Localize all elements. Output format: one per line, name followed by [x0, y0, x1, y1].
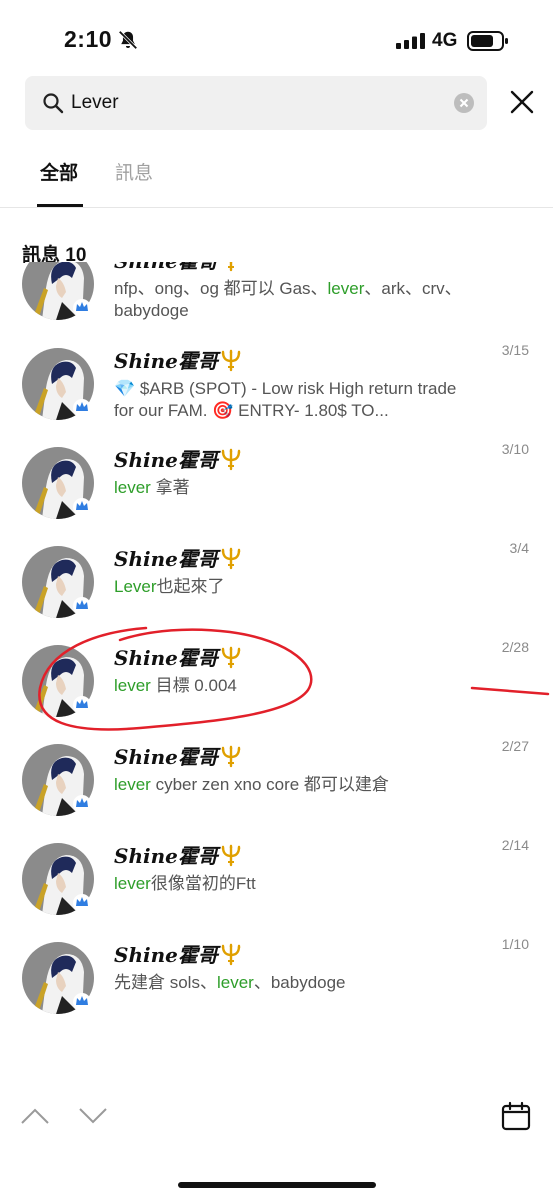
sender-name: Shine霍哥	[114, 844, 218, 868]
crown-icon	[73, 795, 91, 813]
crown-icon	[73, 399, 91, 417]
list-item[interactable]: Shine霍哥 1/10 先建倉 sols、lever、babydoge	[0, 934, 553, 1033]
message-preview: Lever也起來了	[114, 576, 474, 598]
trident-emoji	[221, 349, 241, 372]
avatar	[22, 546, 94, 618]
list-item[interactable]: Shine霍哥 3/15 💎 $ARB (SPOT) - Low risk Hi…	[0, 340, 553, 439]
calendar-icon[interactable]	[501, 1101, 531, 1131]
trident-emoji	[221, 547, 241, 570]
network-type: 4G	[432, 30, 458, 51]
message-date: 2/27	[501, 738, 529, 754]
search-match: lever	[114, 775, 151, 794]
tab-all[interactable]: 全部	[40, 158, 78, 185]
message-preview: lever很像當初的Ftt	[114, 873, 474, 895]
preview-text: nfp、ong、og 都可以 Gas、	[114, 279, 328, 298]
list-item[interactable]: Shine霍哥 3/4 Lever也起來了	[0, 538, 553, 637]
sender-name: Shine霍哥	[114, 943, 218, 967]
message-preview: lever 拿著	[114, 477, 474, 499]
search-match: lever	[114, 874, 151, 893]
sender: Shine霍哥	[114, 345, 243, 374]
preview-text: 先建倉 sols、	[114, 973, 217, 992]
tab-messages[interactable]: 訊息	[115, 158, 153, 185]
avatar	[22, 447, 94, 519]
trident-emoji	[227, 262, 234, 272]
crown-icon	[73, 498, 91, 516]
message-preview: lever cyber zen xno core 都可以建倉	[114, 774, 474, 796]
trident-emoji	[221, 844, 241, 867]
message-preview: nfp、ong、og 都可以 Gas、lever、ark、crv、babydog…	[114, 278, 474, 322]
clear-icon[interactable]	[453, 92, 475, 114]
sender: Shine霍哥	[114, 444, 243, 473]
status-time: 2:10	[64, 26, 113, 52]
trident-emoji	[221, 943, 241, 966]
preview-text: 💎 $ARB (SPOT) - Low risk High return tra…	[114, 379, 457, 420]
avatar	[22, 942, 94, 1014]
bell-slash-icon	[118, 30, 138, 50]
trident-emoji	[221, 646, 241, 669]
message-date: 2/28	[501, 639, 529, 655]
sender-name: Shine霍哥	[114, 745, 218, 769]
message-date: 3/4	[509, 540, 529, 556]
crown-icon	[73, 696, 91, 714]
preview-text: 拿著	[150, 478, 190, 497]
preview-text: 目標 0.004	[150, 676, 237, 695]
avatar	[22, 645, 94, 717]
avatar	[22, 348, 94, 420]
close-icon[interactable]	[508, 88, 536, 116]
search-bar[interactable]	[25, 76, 487, 130]
list-item[interactable]: Shine霍哥 2/28 lever 目標 0.004	[0, 637, 553, 736]
avatar	[22, 843, 94, 915]
sender: Shine霍哥	[114, 543, 243, 572]
sender-name: Shine霍哥	[114, 547, 218, 571]
battery-icon	[467, 31, 508, 51]
status-bar: 2:10 4G	[0, 0, 553, 72]
message-preview: 先建倉 sols、lever、babydoge	[114, 972, 474, 994]
message-date: 3/10	[501, 441, 529, 457]
list-item[interactable]: Shine霍哥 3/17 nfp、ong、og 都可以 Gas、lever、ar…	[0, 262, 553, 339]
results-list: Shine霍哥 3/17 nfp、ong、og 都可以 Gas、lever、ar…	[0, 262, 553, 1042]
search-match: Lever	[114, 577, 157, 596]
preview-text: cyber zen xno core 都可以建倉	[150, 775, 389, 794]
sender: Shine霍哥	[114, 262, 243, 274]
crown-icon	[73, 993, 91, 1011]
crown-icon	[73, 894, 91, 912]
sender-name: Shine霍哥	[114, 646, 218, 670]
avatar	[22, 262, 94, 320]
list-item[interactable]: Shine霍哥 2/14 lever很像當初的Ftt	[0, 835, 553, 934]
message-date: 1/10	[501, 936, 529, 952]
sender: Shine霍哥	[114, 939, 243, 968]
sender-name: Shine霍哥	[114, 448, 218, 472]
divider	[0, 207, 553, 208]
preview-text: 、babydoge	[253, 973, 346, 992]
sender: Shine霍哥	[114, 642, 243, 671]
sender-name: Shine霍哥	[114, 262, 218, 273]
search-input[interactable]	[71, 88, 441, 118]
message-date: 2/14	[501, 837, 529, 853]
signal-icon	[396, 33, 425, 49]
search-match: lever	[216, 973, 254, 992]
chevron-up-icon[interactable]	[20, 1106, 50, 1126]
crown-icon	[73, 299, 91, 317]
sender: Shine霍哥	[114, 840, 243, 869]
preview-text: 也起來了	[156, 577, 225, 596]
search-match: lever	[114, 478, 151, 497]
trident-emoji	[221, 745, 241, 768]
avatar	[22, 744, 94, 816]
chevron-down-icon[interactable]	[78, 1106, 108, 1126]
list-item[interactable]: Shine霍哥 3/10 lever 拿著	[0, 439, 553, 538]
preview-text: 很像當初的Ftt	[150, 874, 256, 893]
sender-name: Shine霍哥	[114, 349, 218, 373]
search-icon	[43, 93, 64, 114]
trident-emoji	[221, 448, 241, 471]
message-date: 3/15	[501, 342, 529, 358]
sender: Shine霍哥	[114, 741, 243, 770]
crown-icon	[73, 597, 91, 615]
search-match: lever	[327, 279, 365, 298]
message-preview: 💎 $ARB (SPOT) - Low risk High return tra…	[114, 378, 474, 422]
list-item[interactable]: Shine霍哥 2/27 lever cyber zen xno core 都可…	[0, 736, 553, 835]
message-preview: lever 目標 0.004	[114, 675, 474, 697]
home-indicator	[178, 1182, 376, 1188]
search-match: lever	[114, 676, 151, 695]
